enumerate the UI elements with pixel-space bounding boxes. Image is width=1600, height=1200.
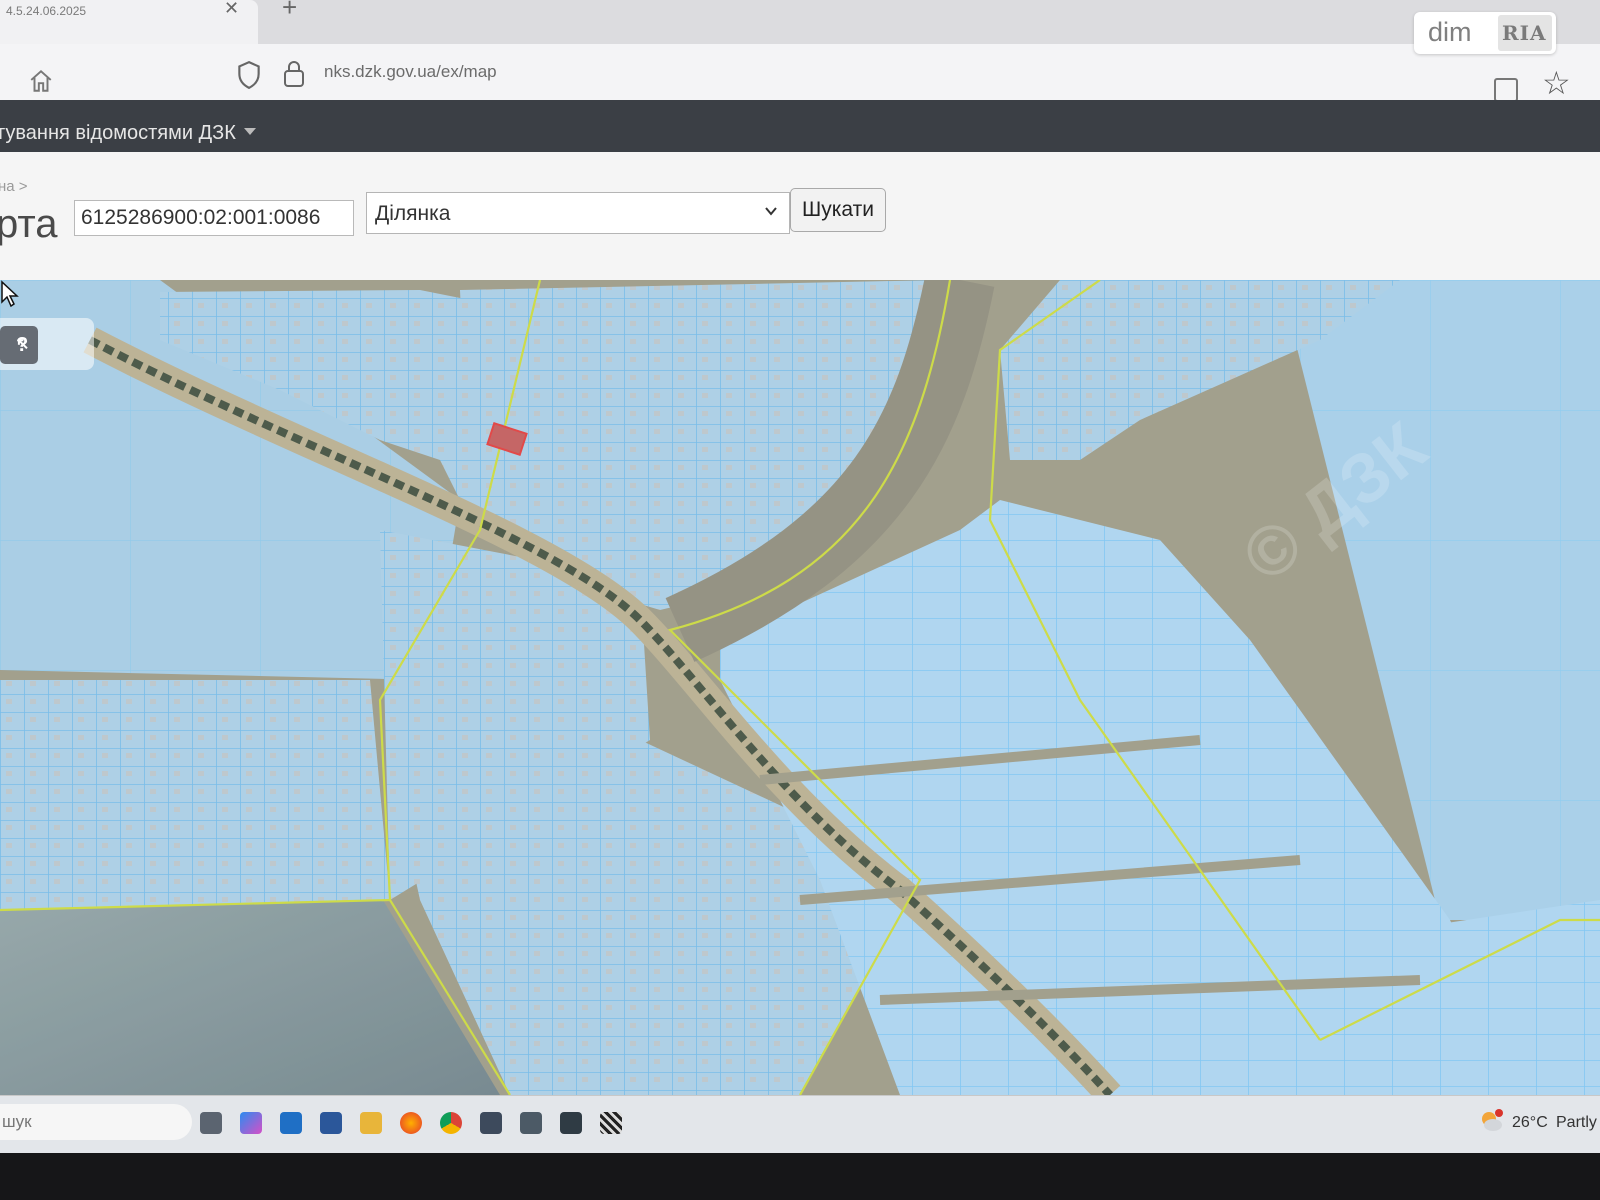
- breadcrumb[interactable]: на >: [0, 178, 28, 195]
- map-canvas[interactable]: [0, 280, 1600, 1095]
- notepad-icon[interactable]: [520, 1112, 542, 1134]
- mouse-cursor-icon: [1, 280, 19, 308]
- excel-icon[interactable]: [560, 1112, 582, 1134]
- app-navbar: тування відомостями ДЗК: [0, 100, 1600, 152]
- address-bar[interactable]: nks.dzk.gov.ua/ex/map: [324, 62, 497, 82]
- caret-down-icon[interactable]: [244, 128, 256, 135]
- tab-close-icon[interactable]: ✕: [224, 0, 239, 19]
- browser-tab[interactable]: 4.5.24.06.2025 ✕: [0, 0, 258, 44]
- firefox-icon[interactable]: [400, 1112, 422, 1134]
- cadastral-number-input[interactable]: [74, 200, 354, 236]
- search-panel: на > рта Ділянка Шукати: [0, 152, 1600, 281]
- taskbar-search[interactable]: шук: [0, 1104, 192, 1140]
- file-explorer-icon[interactable]: [360, 1112, 382, 1134]
- qr-app-icon[interactable]: [600, 1112, 622, 1134]
- bookmark-star-icon[interactable]: ☆: [1542, 64, 1571, 102]
- monitor-bezel: [0, 1153, 1600, 1200]
- extension-icon[interactable]: [1494, 78, 1518, 102]
- new-tab-icon[interactable]: +: [282, 0, 297, 23]
- select-value: Ділянка: [375, 202, 451, 225]
- windows-taskbar: шук 26°C Partly s: [0, 1095, 1600, 1154]
- identify-tool-button[interactable]: ↖ ?: [0, 326, 38, 364]
- cadastral-map[interactable]: © ДЗК ↖ ?: [0, 280, 1600, 1095]
- dimria-watermark-logo: dim RIA: [1414, 12, 1556, 54]
- logo-ria: RIA: [1502, 21, 1547, 45]
- lock-icon[interactable]: [282, 58, 306, 88]
- taskbar-apps: [200, 1106, 622, 1142]
- weather-description: Partly s: [1556, 1114, 1600, 1131]
- object-type-select[interactable]: Ділянка: [366, 192, 790, 234]
- weather-temperature: 26°C: [1512, 1114, 1548, 1131]
- shield-icon[interactable]: [236, 60, 262, 90]
- weather-icon[interactable]: [1478, 1108, 1504, 1134]
- home-icon[interactable]: [28, 68, 54, 94]
- logo-ria-box: RIA: [1498, 15, 1552, 51]
- map-tool-panel: ↖ ?: [0, 318, 94, 370]
- chrome-icon[interactable]: [440, 1112, 462, 1134]
- browser-tab-strip: 4.5.24.06.2025 ✕ +: [0, 0, 1600, 44]
- chevron-down-icon: [765, 207, 777, 216]
- copilot-icon[interactable]: [240, 1112, 262, 1134]
- search-button[interactable]: Шукати: [790, 188, 886, 232]
- logo-dim: dim: [1428, 17, 1472, 47]
- word-icon[interactable]: [320, 1112, 342, 1134]
- outlook-icon[interactable]: [280, 1112, 302, 1134]
- tab-title: 4.5.24.06.2025: [6, 4, 87, 18]
- taskbar-search-label: шук: [2, 1112, 32, 1131]
- task-view-icon[interactable]: [200, 1112, 222, 1134]
- help-label: ?: [16, 334, 29, 356]
- screen: 4.5.24.06.2025 ✕ + nks.dzk.gov.ua/ex/map…: [0, 0, 1600, 1200]
- browser-toolbar: nks.dzk.gov.ua/ex/map ☆: [0, 44, 1600, 102]
- page-title: рта: [0, 202, 58, 246]
- navbar-menu-item[interactable]: тування відомостями ДЗК: [0, 122, 236, 145]
- remote-desktop-icon[interactable]: [480, 1112, 502, 1134]
